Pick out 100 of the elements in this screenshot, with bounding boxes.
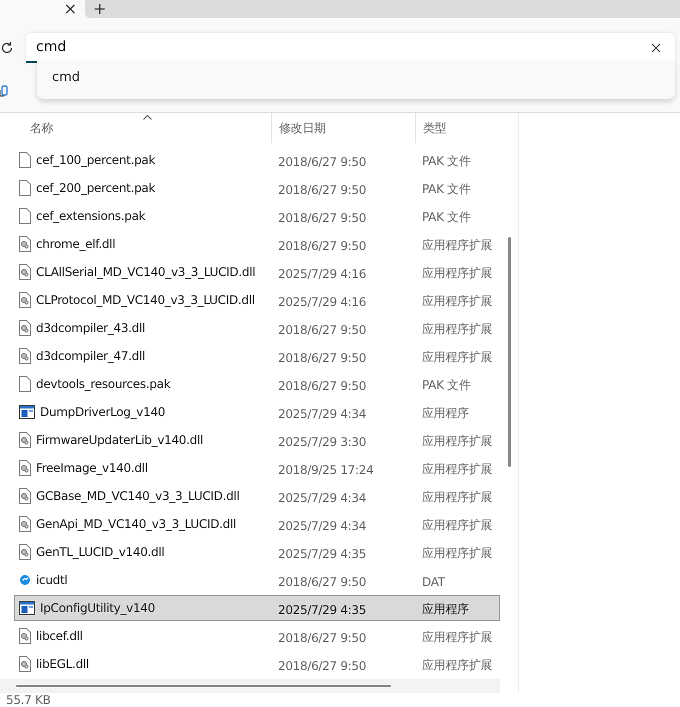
file-type: PAK 文件: [422, 154, 471, 168]
modified-date: 2018/9/25 17:24: [278, 462, 374, 476]
file-type: 应用程序扩展: [422, 518, 492, 532]
modified-date: 2018/6/27 9:50: [278, 574, 366, 588]
gear-document-icon: [19, 320, 31, 336]
file-row[interactable]: GenApi_MD_VC140_v3_3_LUCID.dll 2025/7/29 4:34 应用程序扩展: [14, 511, 500, 537]
file-type: DAT: [422, 574, 445, 588]
gear-document-icon: [19, 488, 31, 504]
file-name: devtools_resources.pak: [36, 377, 170, 391]
file-row[interactable]: GCBase_MD_VC140_v3_3_LUCID.dll 2025/7/29 4:34 应用程序扩展: [14, 483, 500, 509]
modified-date: 2025/7/29 4:35: [278, 546, 366, 560]
suggestion-item[interactable]: cmd: [37, 64, 675, 91]
file-row[interactable]: d3dcompiler_47.dll 2018/6/27 9:50 应用程序扩展: [14, 343, 500, 369]
file-type: PAK 文件: [422, 182, 471, 196]
gear-document-icon: [19, 264, 31, 280]
file-name: cef_200_percent.pak: [36, 181, 156, 195]
file-name: GenTL_LUCID_v140.dll: [36, 545, 164, 559]
modified-date: 2025/7/29 4:16: [278, 266, 366, 280]
file-type: 应用程序扩展: [422, 546, 492, 560]
modified-date: 2025/7/29 4:16: [278, 294, 366, 308]
file-name: chrome_elf.dll: [36, 237, 116, 251]
application-window-icon: [19, 405, 35, 419]
file-row[interactable]: cef_extensions.pak 2018/6/27 9:50 PAK 文件: [14, 203, 500, 229]
gear-document-icon: [19, 236, 31, 252]
file-type: 应用程序: [422, 406, 469, 420]
file-type: 应用程序扩展: [422, 266, 492, 280]
file-row[interactable]: d3dcompiler_43.dll 2018/6/27 9:50 应用程序扩展: [14, 315, 500, 341]
modified-date: 2018/6/27 9:50: [278, 658, 366, 672]
search-field[interactable]: cmd: [26, 33, 675, 63]
gear-document-icon: [19, 292, 31, 308]
horizontal-scrollbar[interactable]: [16, 685, 391, 687]
file-type: 应用程序扩展: [422, 294, 492, 308]
gear-document-icon: [19, 432, 31, 448]
file-name: d3dcompiler_47.dll: [36, 349, 146, 363]
file-row[interactable]: IpConfigUtility_v140 2025/7/29 4:35 应用程序: [14, 595, 500, 621]
document-icon: [19, 208, 31, 224]
file-name: CLAllSerial_MD_VC140_v3_3_LUCID.dll: [36, 265, 256, 279]
refresh-icon[interactable]: [0, 41, 14, 55]
file-row[interactable]: libEGL.dll 2018/6/27 9:50 应用程序扩展: [14, 651, 500, 677]
gear-document-icon: [19, 544, 31, 560]
file-name: GCBase_MD_VC140_v3_3_LUCID.dll: [36, 489, 240, 503]
file-row[interactable]: libcef.dll 2018/6/27 9:50 应用程序扩展: [14, 623, 500, 649]
file-type: PAK 文件: [422, 210, 471, 224]
file-row[interactable]: DumpDriverLog_v140 2025/7/29 4:34 应用程序: [14, 399, 500, 425]
modified-date: 2025/7/29 3:30: [278, 434, 366, 448]
file-row[interactable]: devtools_resources.pak 2018/6/27 9:50 PAK 文件: [14, 371, 500, 397]
vertical-scrollbar[interactable]: [508, 237, 511, 467]
file-row[interactable]: icudtl 2018/6/27 9:50 DAT: [14, 567, 500, 593]
file-name: DumpDriverLog_v140: [40, 405, 166, 419]
modified-date: 2025/7/29 4:35: [278, 602, 366, 616]
file-row[interactable]: GenTL_LUCID_v140.dll 2025/7/29 4:35 应用程序扩展: [14, 539, 500, 565]
file-type: 应用程序扩展: [422, 462, 492, 476]
close-icon[interactable]: [651, 43, 661, 53]
file-row[interactable]: CLProtocol_MD_VC140_v3_3_LUCID.dll 2025/7/29 4:16 应用程序扩展: [14, 287, 500, 313]
file-type: PAK 文件: [422, 378, 471, 392]
application-window-icon: [19, 601, 35, 615]
file-type: 应用程序扩展: [422, 322, 492, 336]
file-type: 应用程序扩展: [422, 630, 492, 644]
modified-date: 2025/7/29 4:34: [278, 490, 366, 504]
modified-date: 2018/6/27 9:50: [278, 322, 366, 336]
file-type: 应用程序: [422, 602, 469, 616]
gear-document-icon: [19, 516, 31, 532]
file-row[interactable]: FirmwareUpdaterLib_v140.dll 2025/7/29 3:30 应用程序扩展: [14, 427, 500, 453]
file-name: icudtl: [36, 573, 68, 587]
modified-date: 2025/7/29 4:34: [278, 406, 366, 420]
column-header[interactable]: 修改日期: [279, 120, 326, 136]
copy-icon[interactable]: [0, 84, 8, 98]
gear-document-icon: [19, 628, 31, 644]
file-row[interactable]: chrome_elf.dll 2018/6/27 9:50 应用程序扩展: [14, 231, 500, 257]
file-name: FreeImage_v140.dll: [36, 461, 148, 475]
file-name: d3dcompiler_43.dll: [36, 321, 146, 335]
file-type: 应用程序扩展: [422, 238, 492, 252]
document-icon: [19, 152, 31, 168]
modified-date: 2025/7/29 4:34: [278, 518, 366, 532]
modified-date: 2018/6/27 9:50: [278, 378, 366, 392]
file-type: 应用程序扩展: [422, 490, 492, 504]
column-header[interactable]: 类型: [423, 120, 446, 136]
new-tab-button[interactable]: +: [85, 1, 114, 17]
sort-caret-icon: [143, 115, 152, 120]
column-header[interactable]: 名称: [30, 120, 54, 136]
file-type: 应用程序扩展: [422, 350, 492, 364]
modified-date: 2018/6/27 9:50: [278, 238, 366, 252]
file-name: IpConfigUtility_v140: [40, 601, 155, 615]
file-row[interactable]: cef_200_percent.pak 2018/6/27 9:50 PAK 文件: [14, 175, 500, 201]
modified-date: 2018/6/27 9:50: [278, 630, 366, 644]
modified-date: 2018/6/27 9:50: [278, 210, 366, 224]
file-type: 应用程序扩展: [422, 434, 492, 448]
file-name: FirmwareUpdaterLib_v140.dll: [36, 433, 204, 447]
file-name: CLProtocol_MD_VC140_v3_3_LUCID.dll: [36, 293, 255, 307]
file-type: 应用程序扩展: [422, 658, 492, 672]
gear-document-icon: [19, 460, 31, 476]
file-name: GenApi_MD_VC140_v3_3_LUCID.dll: [36, 517, 236, 531]
gear-document-icon: [19, 656, 31, 672]
file-row[interactable]: cef_100_percent.pak 2018/6/27 9:50 PAK 文件: [14, 147, 500, 173]
file-row[interactable]: CLAllSerial_MD_VC140_v3_3_LUCID.dll 2025/7/29 4:16 应用程序扩展: [14, 259, 500, 285]
file-name: cef_extensions.pak: [36, 209, 146, 223]
status-text: 55.7 KB: [6, 693, 51, 707]
document-icon: [19, 376, 31, 392]
file-row[interactable]: FreeImage_v140.dll 2018/9/25 17:24 应用程序扩展: [14, 455, 500, 481]
file-name: libcef.dll: [36, 629, 83, 643]
